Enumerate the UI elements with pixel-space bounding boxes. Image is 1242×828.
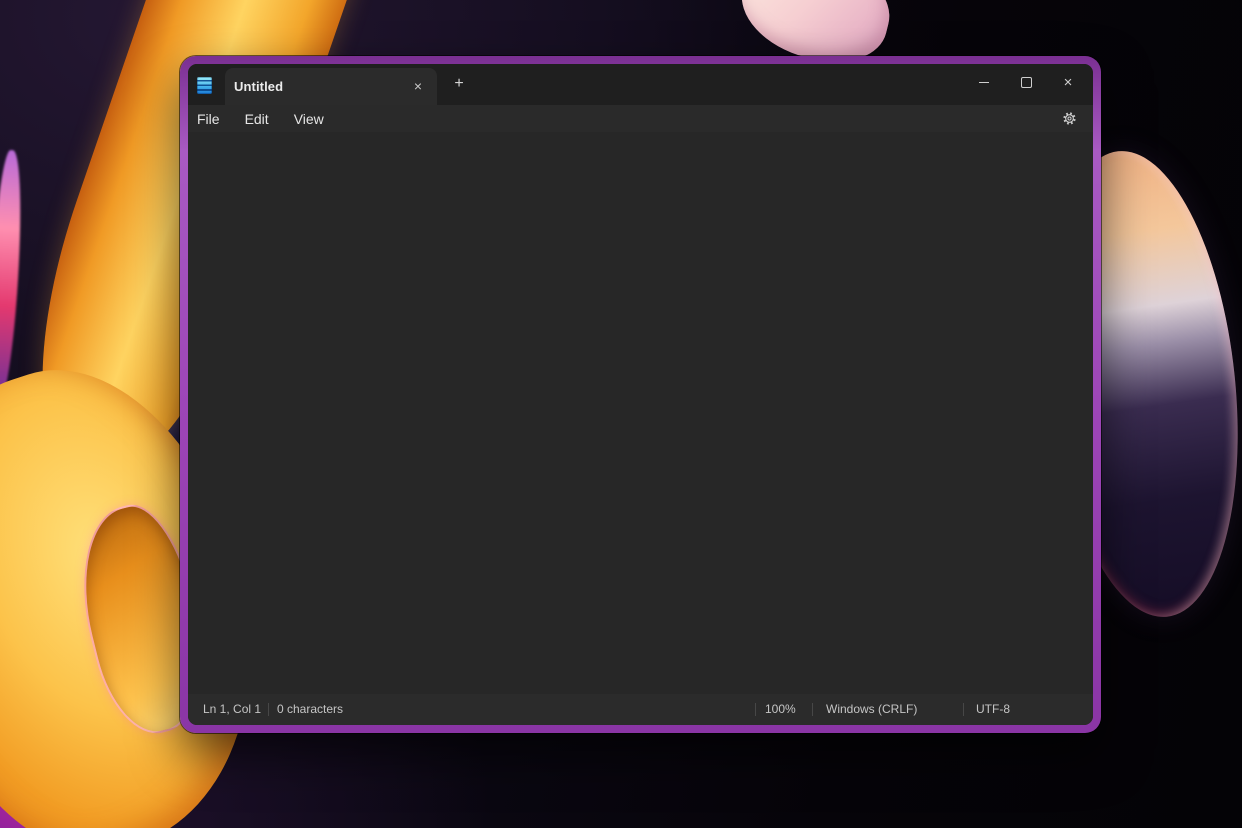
new-tab-button[interactable]: + <box>446 71 472 97</box>
status-divider <box>963 703 964 716</box>
menu-file-label: File <box>197 110 220 127</box>
status-zoom-level[interactable]: 100% <box>765 694 796 725</box>
status-line-ending[interactable]: Windows (CRLF) <box>826 694 917 725</box>
maximize-icon <box>1020 77 1032 88</box>
window-controls: × <box>963 65 1089 100</box>
menu-view-label: View <box>293 110 324 127</box>
status-bar: Ln 1, Col 1 0 characters 100% Windows (C… <box>188 694 1093 725</box>
titlebar[interactable]: Untitled × + × <box>188 64 1093 105</box>
status-divider <box>812 703 813 716</box>
settings-button[interactable] <box>1054 105 1084 132</box>
menu-edit[interactable]: Edit <box>236 108 278 130</box>
menubar: File Edit View <box>188 105 1093 132</box>
minimize-button[interactable] <box>963 65 1005 100</box>
menu-file[interactable]: File <box>188 108 229 130</box>
wallpaper-magenta-corner <box>0 682 192 828</box>
notepad-window-inner: Untitled × + × File Edit View Ln 1, Col … <box>188 64 1093 725</box>
tab-untitled[interactable]: Untitled × <box>225 68 437 105</box>
minimize-icon <box>979 82 989 83</box>
status-character-count: 0 characters <box>277 702 344 716</box>
notepad-app-icon <box>197 77 212 94</box>
status-encoding[interactable]: UTF-8 <box>976 694 1010 725</box>
menu-edit-label: Edit <box>244 110 269 127</box>
tab-close-icon[interactable]: × <box>407 75 429 97</box>
editor-area[interactable] <box>188 132 1093 694</box>
menu-view[interactable]: View <box>285 108 333 130</box>
close-button[interactable]: × <box>1047 65 1089 100</box>
status-cursor-position: Ln 1, Col 1 <box>203 702 262 716</box>
desktop-wallpaper: Untitled × + × File Edit View Ln 1, Col … <box>0 0 1242 828</box>
tab-title: Untitled <box>234 79 284 94</box>
status-divider <box>755 703 756 716</box>
notepad-window: Untitled × + × File Edit View Ln 1, Col … <box>180 56 1101 733</box>
maximize-button[interactable] <box>1005 65 1047 100</box>
wallpaper-left-glass-sliver <box>0 149 28 411</box>
status-divider <box>268 703 269 716</box>
gear-icon <box>1062 112 1076 125</box>
